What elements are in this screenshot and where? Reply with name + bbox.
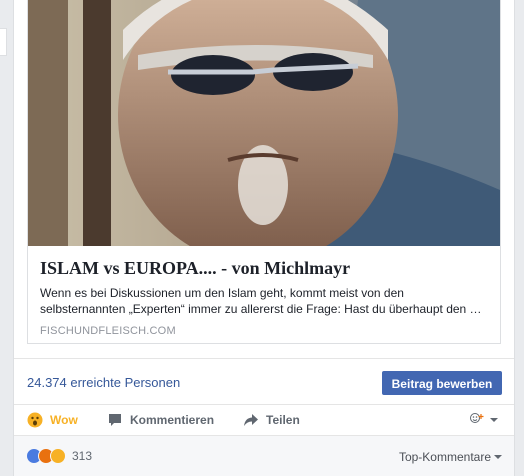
- wow-emoji-icon: [26, 411, 44, 429]
- reaction-selector[interactable]: [470, 412, 504, 428]
- reactions-summary[interactable]: 313: [26, 448, 92, 464]
- emoji-picker-icon: [470, 411, 484, 429]
- reactions-footer: 313 Top-Kommentare: [14, 436, 514, 476]
- link-preview[interactable]: ISLAM vs EUROPA.... - von Michlmayr Wenn…: [27, 0, 501, 344]
- sort-label: Top-Kommentare: [398, 450, 491, 464]
- share-arrow-icon: [242, 411, 260, 429]
- link-image: [28, 0, 500, 246]
- side-tab: [0, 28, 7, 56]
- post-card: ISLAM vs EUROPA.... - von Michlmayr Wenn…: [13, 0, 515, 476]
- share-label: Teilen: [266, 413, 300, 427]
- link-title[interactable]: ISLAM vs EUROPA.... - von Michlmayr: [40, 258, 490, 279]
- sad-reaction-icon: [50, 448, 66, 464]
- chevron-down-icon: [490, 418, 498, 422]
- share-button[interactable]: Teilen: [242, 405, 300, 435]
- reach-bar: 24.374 erreichte Personen Beitrag bewerb…: [14, 358, 514, 404]
- action-bar: Wow Kommentieren Teilen: [14, 404, 514, 436]
- wow-label: Wow: [50, 413, 78, 427]
- link-domain: FISCHUNDFLEISCH.COM: [40, 325, 176, 337]
- comment-bubble-icon: [106, 411, 124, 429]
- chevron-down-icon: [494, 455, 502, 459]
- comment-sort-dropdown[interactable]: Top-Kommentare: [399, 450, 502, 464]
- comment-button[interactable]: Kommentieren: [106, 405, 214, 435]
- boost-post-button[interactable]: Beitrag bewerben: [382, 371, 502, 395]
- comment-label: Kommentieren: [130, 413, 215, 427]
- reaction-count: 313: [72, 449, 93, 463]
- reach-count-link[interactable]: 24.374 erreichte Personen: [27, 375, 180, 390]
- wow-reaction-button[interactable]: Wow: [26, 405, 78, 435]
- link-description: Wenn es bei Diskussionen um den Islam ge…: [40, 286, 482, 316]
